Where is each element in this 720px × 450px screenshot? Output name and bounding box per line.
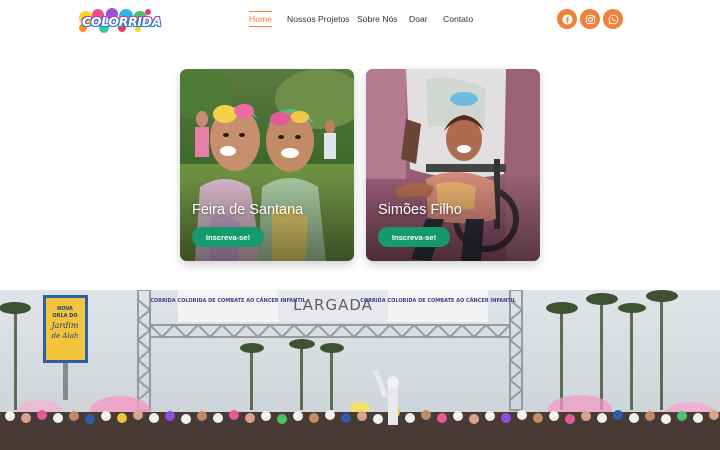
whatsapp-button[interactable] [603,9,623,29]
whatsapp-icon [608,14,618,24]
project-card-simoes-filho[interactable]: Simões Filho Inscreva-se! [366,69,540,261]
billboard-line-1: NOVA [57,306,73,312]
banner-right-text: CORRIDA COLORIDA DE COMBATE AO CÂNCER IN… [360,297,516,304]
race-start-illustration: NOVA ORLA DO Jardim de Alah CORRIDA COLO… [0,290,720,450]
billboard-line-3: Jardim [49,321,78,330]
colorrida-logo[interactable]: COLORRIDA [78,8,162,34]
nav-item-home[interactable]: Home [249,11,272,27]
instagram-icon [585,14,595,24]
nav-item-contato[interactable]: Contato [443,11,473,27]
nav-item-nossos-projetos[interactable]: Nossos Projetos [287,11,350,27]
billboard-line-2: ORLA DO [52,313,77,319]
nav-item-doar[interactable]: Doar [409,11,428,27]
hero-race-photo: NOVA ORLA DO Jardim de Alah CORRIDA COLO… [0,290,720,450]
logo-text: COLORRIDA [82,14,162,29]
signup-button-feira-de-santana[interactable]: Inscreva-se! [192,227,264,247]
billboard-line-4: de Alah [52,332,79,340]
banner-left-text: CORRIDA COLORIDA DE COMBATE AO CÂNCER IN… [150,297,306,304]
project-card-feira-de-santana[interactable]: Feira de Santana Inscreva-se! [180,69,354,261]
card-title: Simões Filho [378,202,462,218]
facebook-icon [561,13,573,25]
nav-item-sobre-nos[interactable]: Sobre Nós [357,11,398,27]
social-links [557,9,623,29]
site-header: COLORRIDA Home Nossos Projetos Sobre Nós… [0,0,720,40]
instagram-button[interactable] [580,9,600,29]
signup-button-simoes-filho[interactable]: Inscreva-se! [378,227,450,247]
card-title: Feira de Santana [192,202,304,218]
facebook-button[interactable] [557,9,577,29]
